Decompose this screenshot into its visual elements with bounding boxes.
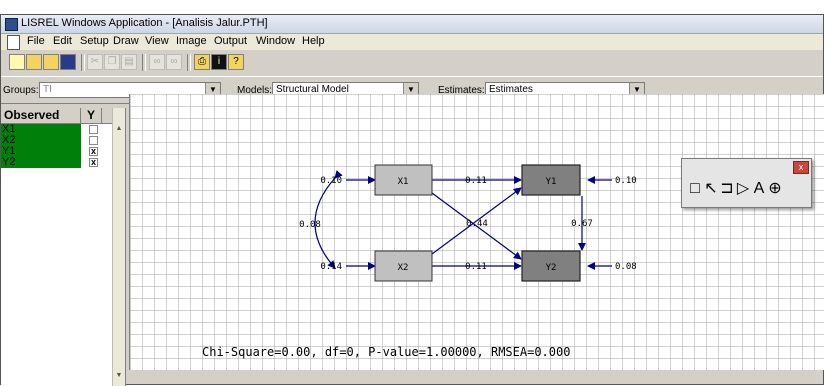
observed-header: Observed [1,108,81,123]
variable-row[interactable]: Y2 x [1,157,112,168]
menu-output[interactable]: Output [214,35,247,47]
node-x2-label: X2 [398,263,409,273]
groups-value: TI [43,84,52,95]
path-x1-y1-label: 0.11 [465,176,487,186]
select-box-icon[interactable]: □ [688,180,704,198]
lisrel-app-icon [5,18,18,31]
top-overlay-strip [0,0,831,14]
path-diagram-canvas[interactable]: X1 X2 Y1 Y2 0.10 0.14 0.08 0.11 0.11 0.4… [129,94,824,370]
variables-panel: Observed Y X1 X2 Y1 x Y2 x ▲ ▼ [1,108,126,386]
menu-view[interactable]: View [145,35,169,47]
variable-row[interactable]: X1 [1,124,112,135]
print-icon[interactable]: ⎙ [194,54,210,70]
node-y2-label: Y2 [546,263,557,273]
menu-file[interactable]: File [27,35,45,47]
paste-icon[interactable]: ▤ [121,54,137,70]
cross-path-label: 0.44 [466,219,488,229]
window-title: LISREL Windows Application - [Analisis J… [21,17,268,29]
triangle-icon[interactable]: ▷ [736,178,752,198]
title-bar: LISREL Windows Application - [Analisis J… [1,15,823,34]
menu-edit[interactable]: Edit [53,35,72,47]
toolbar-separator [142,54,146,71]
drawing-tools-palette: x □ ↖⊐▷ A ⊕ [681,158,812,208]
copy-icon[interactable]: ❐ [104,54,120,70]
covariance-label: 0.08 [299,220,321,230]
zoom-icon[interactable]: ⊕ [768,178,784,198]
fit-statistics: Chi-Square=0.00, df=0, P-value=1.00000, … [202,345,570,359]
y1-error-label: 0.10 [615,176,637,186]
palette-tools: □ ↖⊐▷ A ⊕ [688,178,784,198]
run-icon[interactable]: ∞ [149,54,165,70]
menu-draw[interactable]: Draw [113,35,139,47]
y-checkbox[interactable] [89,125,98,134]
variable-row[interactable]: Y1 x [1,146,112,157]
variable-name[interactable]: Y2 [1,157,81,168]
path-diagram: X1 X2 Y1 Y2 0.10 0.14 0.08 0.11 0.11 0.4… [202,164,637,359]
y2-error-label: 0.08 [615,262,637,272]
toolbar-separator [81,54,85,71]
x2-variance-label: 0.14 [320,262,342,272]
menu-help[interactable]: Help [302,35,325,47]
bracket-icon[interactable]: ⊐ [720,178,736,198]
help-icon[interactable]: ? [228,54,244,70]
menu-setup[interactable]: Setup [80,35,109,47]
y-checkbox[interactable] [89,136,98,145]
menu-image[interactable]: Image [176,35,207,47]
text-icon[interactable]: A [752,180,768,198]
disk-icon[interactable] [60,54,76,70]
cut-icon[interactable]: ✂ [87,54,103,70]
node-x1-label: X1 [398,177,409,187]
scroll-down-icon[interactable]: ▼ [113,372,125,384]
variable-row[interactable]: X2 [1,135,112,146]
menu-window[interactable]: Window [256,35,295,47]
groups-label: Groups: [3,85,39,96]
node-y1-label: Y1 [546,177,557,187]
scroll-up-icon[interactable]: ▲ [113,125,125,137]
run-all-icon[interactable]: ∞ [166,54,182,70]
path-x2-y2-label: 0.11 [465,262,487,272]
variables-table: Observed Y X1 X2 Y1 x Y2 x [1,108,112,168]
document-icon[interactable] [7,35,20,50]
new-file-icon[interactable] [9,54,25,70]
y-header: Y [81,108,102,123]
open-file-icon[interactable] [26,54,42,70]
menu-bar: File Edit Setup Draw View Image Output W… [1,34,823,50]
path-y1-y2-label: 0.67 [571,219,593,229]
toolbar-separator [187,54,191,71]
y-checkbox[interactable]: x [89,147,98,156]
vertical-scrollbar[interactable]: ▲ ▼ [112,108,125,386]
arrow-pointer-icon[interactable]: ↖ [704,178,720,198]
x1-variance-label: 0.10 [320,176,342,186]
variables-header: Observed Y [1,108,112,124]
close-icon[interactable]: x [793,161,809,174]
y-checkbox[interactable]: x [89,158,98,167]
save-icon[interactable] [43,54,59,70]
toolbar: ✂ ❐ ▤ ∞ ∞ ⎙ i ? [1,51,823,73]
info-icon[interactable]: i [211,54,227,70]
